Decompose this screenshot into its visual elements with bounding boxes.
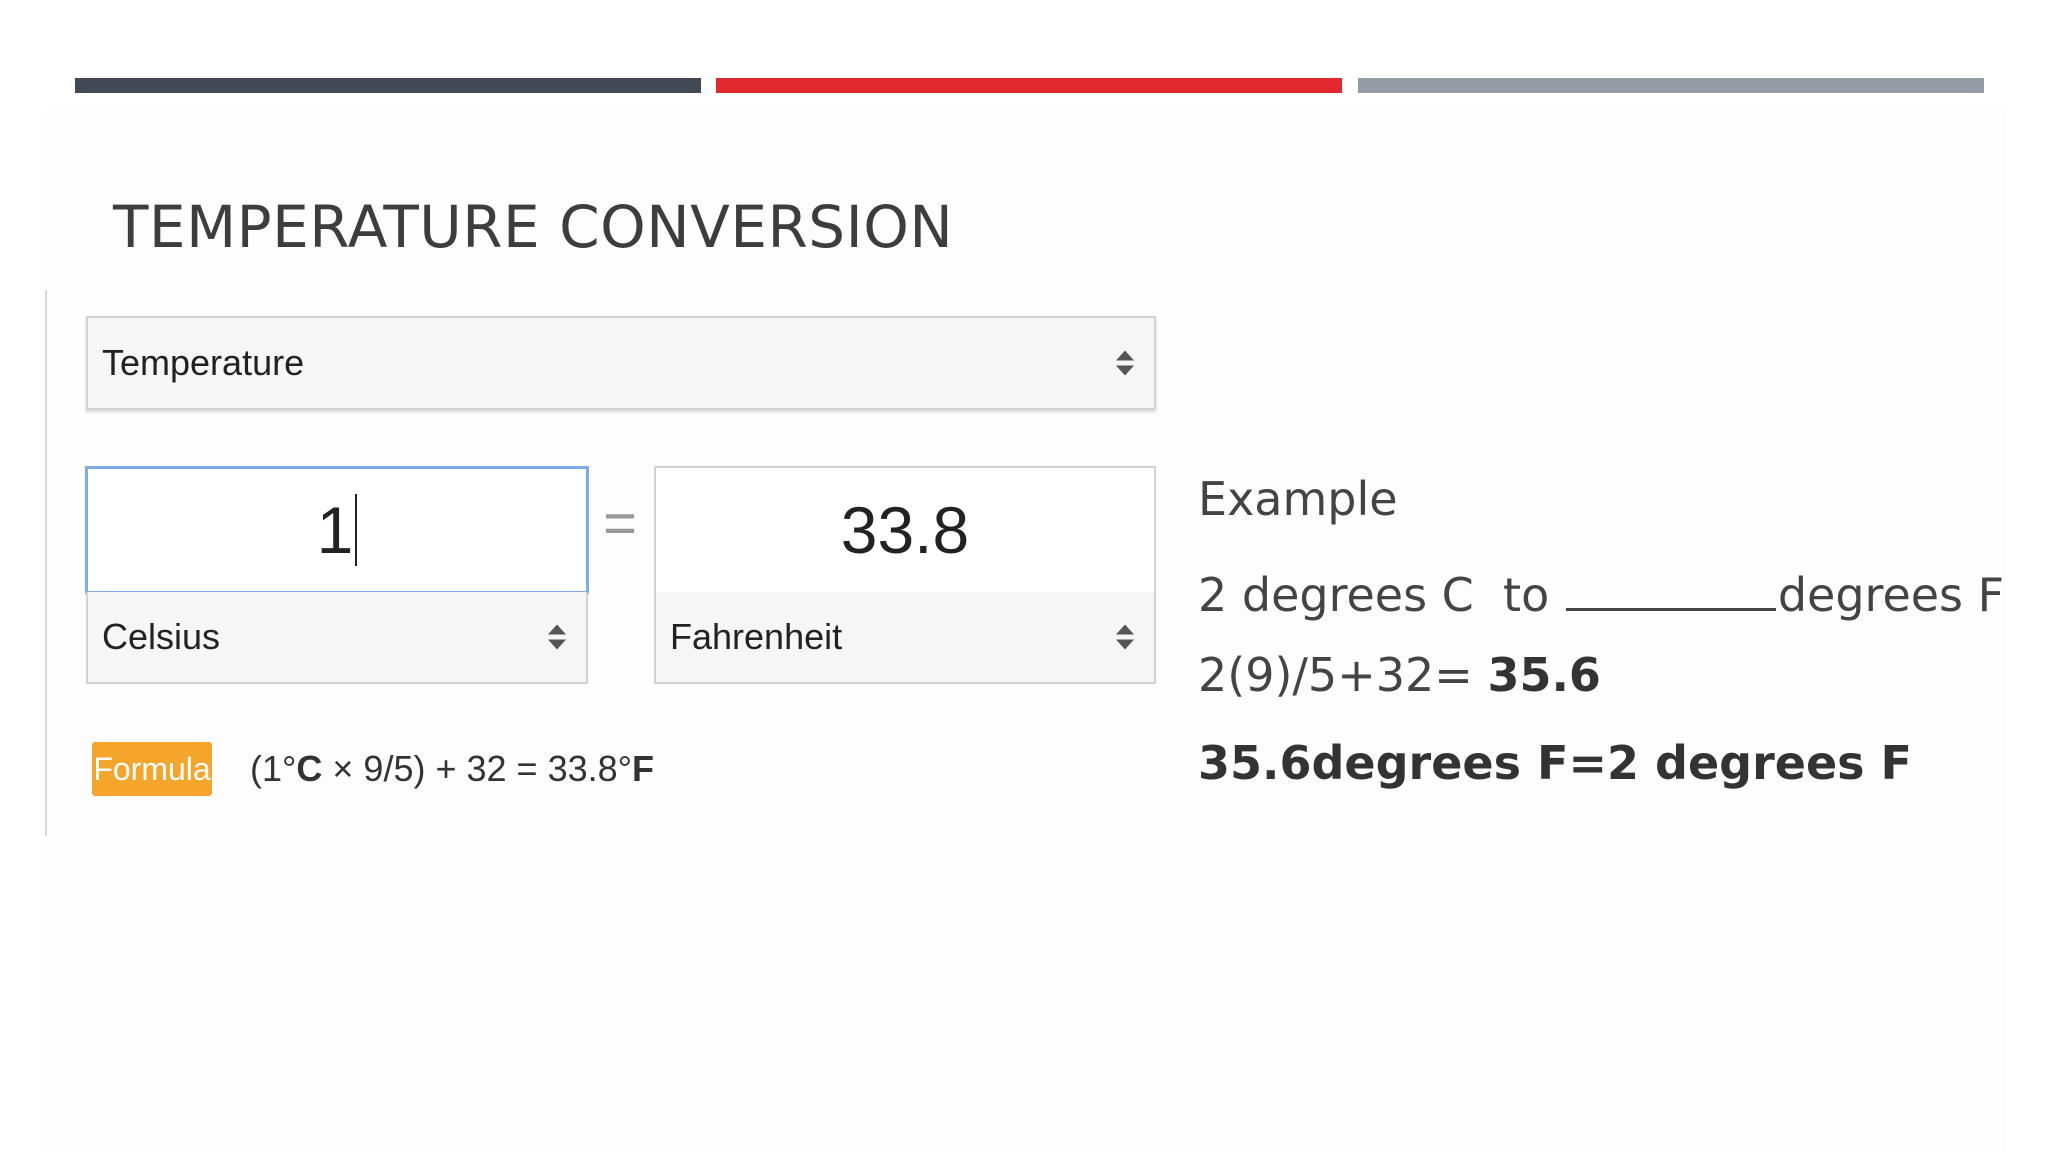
formula-unit-c: C (296, 748, 323, 789)
left-divider (45, 290, 47, 836)
to-unit-select[interactable]: Fahrenheit (654, 592, 1156, 684)
example-question: 2 degrees C to degrees F (1198, 560, 2004, 622)
category-select-value: Temperature (102, 342, 305, 383)
from-unit-select[interactable]: Celsius (86, 592, 588, 684)
category-select[interactable]: Temperature (86, 316, 1156, 410)
formula-middle: × 9/5) + 32 = 33.8° (322, 748, 633, 789)
example-calc-result: 35.6 (1487, 648, 1601, 702)
to-value-text: 33.8 (840, 493, 970, 567)
from-unit-value: Celsius (102, 616, 221, 657)
to-value-input[interactable]: 33.8 (654, 466, 1156, 594)
header-bar-dark (75, 78, 701, 93)
slide-title: TEMPERATURE CONVERSION (113, 193, 954, 261)
answer-blank (1565, 560, 1776, 611)
text-caret (355, 494, 358, 566)
example-answer: 35.6degrees F=2 degrees F (1198, 736, 1912, 790)
example-question-suffix: degrees F (1777, 568, 2005, 622)
formula-badge: Formula (92, 742, 212, 796)
up-down-arrows-icon (548, 624, 566, 650)
to-unit-value: Fahrenheit (670, 616, 843, 657)
formula-prefix: (1° (250, 748, 297, 789)
header-bar-red (716, 78, 1342, 93)
example-calculation: 2(9)/5+32= 35.6 (1198, 648, 1601, 702)
example-calc-prefix: 2(9)/5+32= (1198, 648, 1488, 702)
up-down-arrows-icon (1116, 350, 1134, 376)
example-heading: Example (1198, 472, 1398, 526)
from-value-input[interactable]: 1 (85, 466, 589, 594)
formula-unit-f: F (632, 748, 655, 789)
from-value-text: 1 (316, 493, 354, 567)
example-question-prefix: 2 degrees C to (1198, 568, 1564, 622)
equals-sign: = (603, 491, 637, 556)
formula-text: (1°C × 9/5) + 32 = 33.8°F (250, 748, 654, 790)
up-down-arrows-icon (1116, 624, 1134, 650)
header-bar-gray (1358, 78, 1984, 93)
